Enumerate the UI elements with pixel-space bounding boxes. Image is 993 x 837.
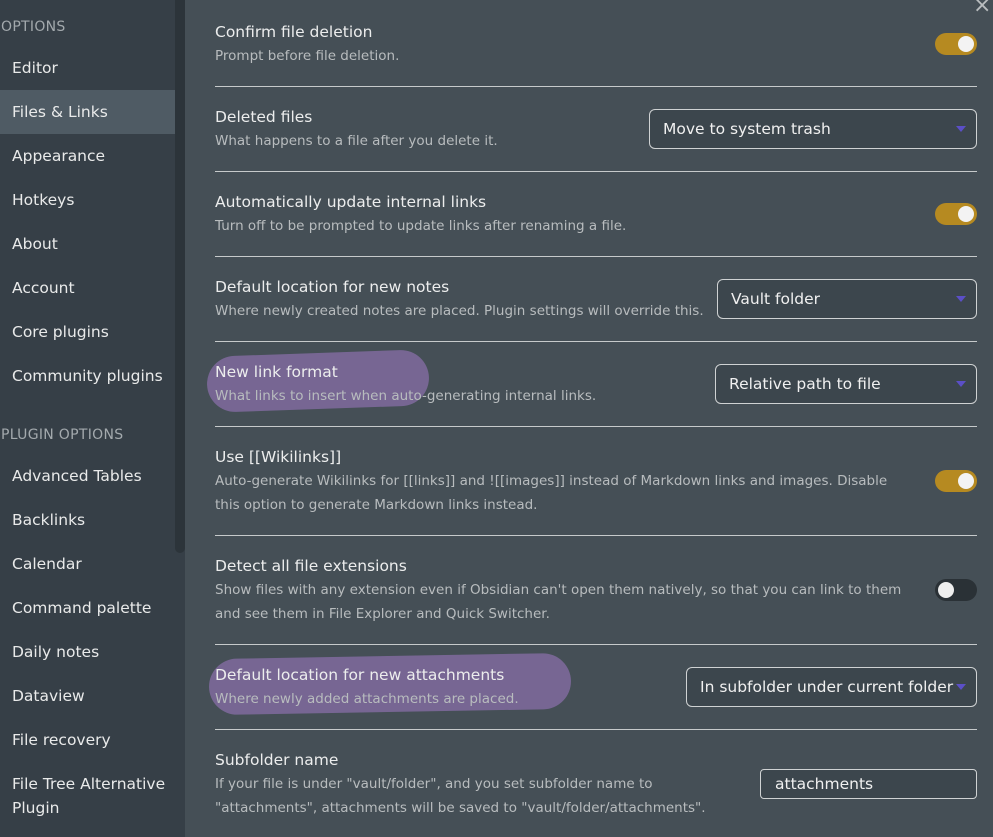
subfolder-name-input[interactable] xyxy=(760,769,977,799)
chevron-down-icon xyxy=(956,126,966,132)
sidebar-item-advanced-tables[interactable]: Advanced Tables xyxy=(0,454,175,498)
use-wikilinks-toggle[interactable] xyxy=(935,470,977,492)
sidebar-item-community-plugins[interactable]: Community plugins xyxy=(0,354,175,398)
settings-window: OPTIONS Editor Files & Links Appearance … xyxy=(0,0,993,837)
setting-name: Default location for new notes xyxy=(215,278,450,296)
sidebar-item-command-palette[interactable]: Command palette xyxy=(0,586,175,630)
setting-name: Automatically update internal links xyxy=(215,193,487,211)
divider xyxy=(215,535,977,536)
setting-description: Auto-generate Wikilinks for [[links]] an… xyxy=(215,473,888,513)
plugin-options-heading: PLUGIN OPTIONS xyxy=(1,427,124,443)
chevron-down-icon xyxy=(956,296,966,302)
attachments-location-dropdown[interactable]: In subfolder under current folder xyxy=(686,667,977,707)
sidebar-item-backlinks[interactable]: Backlinks xyxy=(0,498,175,542)
setting-description: Show files with any extension even if Ob… xyxy=(215,582,902,622)
sidebar-item-calendar[interactable]: Calendar xyxy=(0,542,175,586)
sidebar-item-appearance[interactable]: Appearance xyxy=(0,134,175,178)
close-icon[interactable]: × xyxy=(973,0,991,18)
sidebar-item-files-links[interactable]: Files & Links xyxy=(0,90,175,134)
setting-description: Prompt before file deletion. xyxy=(215,48,400,64)
setting-name: Detect all file extensions xyxy=(215,557,407,575)
dropdown-value: Relative path to file xyxy=(729,375,881,393)
auto-update-links-toggle[interactable] xyxy=(935,203,977,225)
setting-name: Default location for new attachments xyxy=(215,666,505,684)
chevron-down-icon xyxy=(956,381,966,387)
settings-sidebar: OPTIONS Editor Files & Links Appearance … xyxy=(0,0,185,837)
setting-description: What links to insert when auto-generatin… xyxy=(215,388,597,404)
new-notes-location-dropdown[interactable]: Vault folder xyxy=(717,279,977,319)
new-link-format-dropdown[interactable]: Relative path to file xyxy=(715,364,977,404)
divider xyxy=(215,729,977,730)
dropdown-value: In subfolder under current folder xyxy=(700,678,954,696)
sidebar-item-account[interactable]: Account xyxy=(0,266,175,310)
setting-description: Where newly created notes are placed. Pl… xyxy=(215,303,704,319)
setting-description: If your file is under "vault/folder", an… xyxy=(215,776,706,816)
deleted-files-dropdown[interactable]: Move to system trash xyxy=(649,109,977,149)
setting-name: New link format xyxy=(215,363,338,381)
sidebar-item-file-recovery[interactable]: File recovery xyxy=(0,718,175,762)
setting-description: Where newly added attachments are placed… xyxy=(215,691,519,707)
settings-content: × Confirm file deletion Prompt before fi… xyxy=(185,0,993,837)
sidebar-item-hotkeys[interactable]: Hotkeys xyxy=(0,178,175,222)
divider xyxy=(215,256,977,257)
sidebar-scrollbar[interactable] xyxy=(175,0,185,553)
options-heading: OPTIONS xyxy=(1,19,66,35)
toggle-knob xyxy=(938,582,954,598)
sidebar-item-dataview[interactable]: Dataview xyxy=(0,674,175,718)
setting-name: Use [[Wikilinks]] xyxy=(215,448,342,466)
dropdown-value: Move to system trash xyxy=(663,120,831,138)
sidebar-item-daily-notes[interactable]: Daily notes xyxy=(0,630,175,674)
setting-name: Deleted files xyxy=(215,108,313,126)
toggle-knob xyxy=(958,206,974,222)
setting-name: Subfolder name xyxy=(215,751,339,769)
sidebar-item-core-plugins[interactable]: Core plugins xyxy=(0,310,175,354)
toggle-knob xyxy=(958,36,974,52)
divider xyxy=(215,171,977,172)
setting-description: What happens to a file after you delete … xyxy=(215,133,498,149)
confirm-file-deletion-toggle[interactable] xyxy=(935,33,977,55)
chevron-down-icon xyxy=(956,684,966,690)
divider xyxy=(215,644,977,645)
divider xyxy=(215,86,977,87)
sidebar-item-file-tree-alternative[interactable]: File Tree Alternative Plugin xyxy=(0,770,170,822)
divider xyxy=(215,426,977,427)
sidebar-item-editor[interactable]: Editor xyxy=(0,46,175,90)
toggle-knob xyxy=(958,473,974,489)
detect-file-extensions-toggle[interactable] xyxy=(935,579,977,601)
setting-name: Confirm file deletion xyxy=(215,23,373,41)
divider xyxy=(215,341,977,342)
setting-description: Turn off to be prompted to update links … xyxy=(215,218,627,234)
sidebar-item-about[interactable]: About xyxy=(0,222,175,266)
dropdown-value: Vault folder xyxy=(731,290,821,308)
